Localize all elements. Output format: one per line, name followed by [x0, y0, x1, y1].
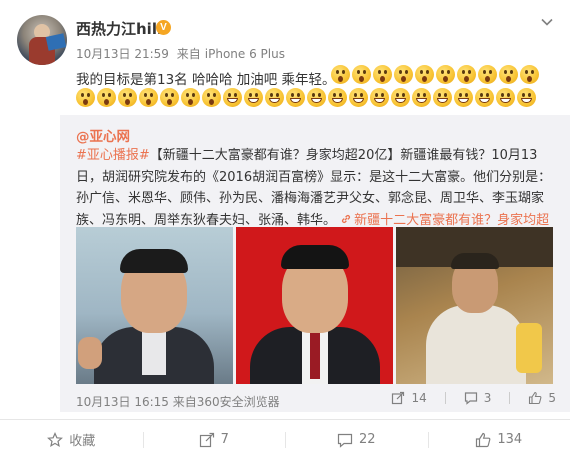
forward-button[interactable]: 7	[142, 420, 286, 459]
grin-emoji-icon	[475, 88, 494, 107]
repost-headline: 【新疆十二大富豪都有谁？身家均超20亿】	[149, 148, 401, 163]
grin-emoji-icon	[223, 88, 242, 107]
repost-source: 360安全浏览器	[196, 395, 280, 409]
post-time[interactable]: 10月13日 21:59	[76, 47, 169, 61]
repost-box: @亚心网 #亚心播报#【新疆十二大富豪都有谁？身家均超20亿】新疆谁最有钱？10…	[60, 115, 570, 412]
shocked-emoji-icon	[202, 88, 221, 107]
repost-photo-3[interactable]	[396, 227, 553, 384]
forward-count: 7	[220, 432, 229, 447]
emoji-row-1	[331, 64, 541, 84]
comment-icon	[464, 392, 477, 405]
repost-time[interactable]: 10月13日 16:15	[76, 395, 169, 409]
repost-topic-tag[interactable]: #亚心播报#	[76, 148, 150, 163]
shocked-emoji-icon	[478, 65, 497, 84]
grin-emoji-icon	[517, 88, 536, 107]
grin-emoji-icon	[244, 88, 263, 107]
repost-forward-button[interactable]: 14	[391, 391, 427, 405]
shocked-emoji-icon	[499, 65, 518, 84]
verified-badge-icon: V	[156, 20, 171, 35]
shocked-emoji-icon	[331, 65, 350, 84]
shocked-emoji-icon	[352, 65, 371, 84]
grin-emoji-icon	[265, 88, 284, 107]
favorite-label: 收藏	[69, 434, 96, 449]
post-meta: 10月13日 21:59 来自 iPhone 6 Plus	[76, 45, 289, 62]
shocked-emoji-icon	[415, 65, 434, 84]
grin-emoji-icon	[391, 88, 410, 107]
shocked-emoji-icon	[97, 88, 116, 107]
grin-emoji-icon	[412, 88, 431, 107]
chevron-down-icon[interactable]	[540, 15, 554, 29]
grin-emoji-icon	[370, 88, 389, 107]
grin-emoji-icon	[349, 88, 368, 107]
shocked-emoji-icon	[181, 88, 200, 107]
link-icon	[342, 214, 351, 223]
repost-source-prefix: 来自	[172, 395, 197, 409]
repost-forward-count: 14	[411, 391, 427, 405]
grin-emoji-icon	[286, 88, 305, 107]
grin-emoji-icon	[307, 88, 326, 107]
repost-photo-1[interactable]	[76, 227, 233, 384]
shocked-emoji-icon	[436, 65, 455, 84]
comment-count: 22	[358, 432, 376, 447]
shocked-emoji-icon	[520, 65, 539, 84]
grin-emoji-icon	[328, 88, 347, 107]
thumbs-up-icon	[529, 391, 542, 405]
shocked-emoji-icon	[76, 88, 95, 107]
like-button[interactable]: 134	[427, 420, 570, 459]
repost-photo-2[interactable]	[236, 227, 393, 384]
comment-button[interactable]: 22	[285, 420, 428, 459]
shocked-emoji-icon	[118, 88, 137, 107]
like-count: 134	[497, 432, 523, 447]
repost-actions: 14 3 5	[373, 391, 556, 405]
grin-emoji-icon	[496, 88, 515, 107]
forward-icon	[199, 432, 214, 447]
shocked-emoji-icon	[160, 88, 179, 107]
favorite-button[interactable]: 收藏	[0, 420, 143, 459]
post-source: iPhone 6 Plus	[204, 47, 285, 61]
repost-like-button[interactable]: 5	[528, 391, 556, 405]
shocked-emoji-icon	[139, 88, 158, 107]
user-avatar[interactable]	[17, 15, 67, 65]
star-icon	[47, 431, 64, 447]
weibo-post-card: 西热力江hill V 10月13日 21:59 来自 iPhone 6 Plus …	[0, 0, 570, 459]
repost-comment-button[interactable]: 3	[464, 391, 492, 405]
post-action-bar: 收藏 7 22 134	[0, 420, 570, 459]
comment-icon	[337, 433, 353, 448]
post-text: 我的目标是第13名 哈哈哈 加油吧 乘年轻。	[76, 72, 336, 88]
grin-emoji-icon	[454, 88, 473, 107]
repost-like-count: 5	[548, 391, 556, 405]
repost-comment-count: 3	[483, 391, 492, 405]
shocked-emoji-icon	[457, 65, 476, 84]
post-source-prefix: 来自	[176, 47, 201, 61]
emoji-row-2	[76, 87, 538, 107]
repost-author[interactable]: @亚心网	[76, 125, 130, 145]
shocked-emoji-icon	[394, 65, 413, 84]
shocked-emoji-icon	[373, 65, 392, 84]
forward-icon	[392, 391, 405, 405]
repost-meta: 10月13日 16:15 来自360安全浏览器	[76, 393, 280, 410]
thumbs-up-icon	[476, 432, 491, 447]
post-username[interactable]: 西热力江hill	[76, 18, 162, 39]
grin-emoji-icon	[433, 88, 452, 107]
